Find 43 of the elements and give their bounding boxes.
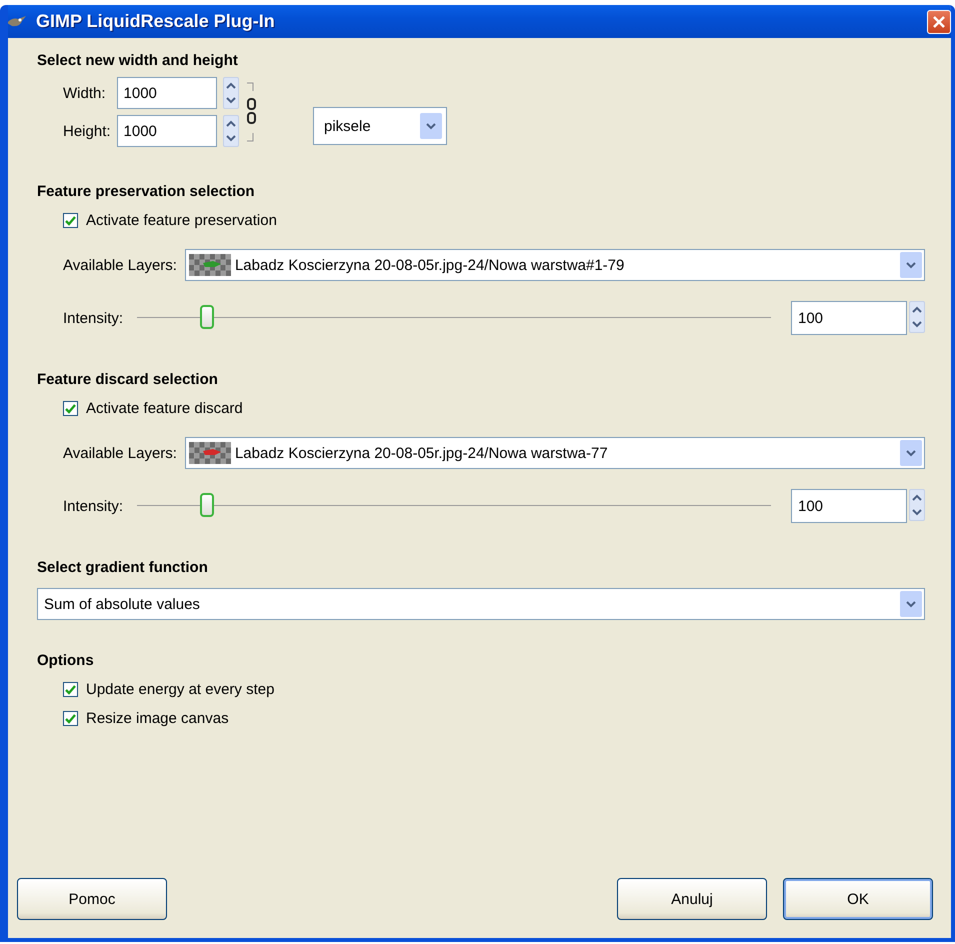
height-field[interactable]: 1000 — [116, 115, 217, 147]
checkbox[interactable] — [63, 401, 78, 416]
dialog-button[interactable]: OK — [783, 878, 933, 920]
chain-icon[interactable] — [244, 81, 259, 143]
height-label: Height: — [63, 122, 111, 140]
slider-thumb[interactable] — [200, 493, 214, 517]
checkbox[interactable] — [63, 682, 78, 697]
close-icon — [932, 14, 946, 28]
close-button[interactable] — [927, 10, 951, 34]
section-heading: Feature preservation selection — [37, 183, 256, 200]
slider-thumb[interactable] — [200, 305, 214, 329]
layers-label: Available Layers: — [63, 444, 177, 462]
layers-label: Available Layers: — [63, 256, 177, 274]
checkbox-label: Activate feature preservation — [86, 212, 277, 229]
spin-arrows-icon[interactable] — [909, 301, 925, 333]
dialog-button[interactable]: Pomoc — [17, 878, 167, 920]
layer-dropdown[interactable]: Labadz Koscierzyna 20-08-05r.jpg-24/Nowa warstwa#1-79 — [184, 249, 925, 281]
checkerboard-icon — [188, 442, 231, 464]
gradient-dropdown[interactable]: Sum of absolute values — [37, 588, 925, 620]
intensity-field[interactable]: 100 — [791, 301, 907, 335]
width-field[interactable]: 1000 — [116, 77, 217, 109]
layer-dropdown[interactable]: Labadz Koscierzyna 20-08-05r.jpg-24/Nowa warstwa-77 — [184, 437, 925, 469]
dialog-button[interactable]: Anuluj — [617, 878, 767, 920]
intensity-label: Intensity: — [63, 498, 124, 514]
checkbox[interactable] — [63, 711, 78, 726]
section-heading: Select new width and height — [37, 52, 239, 69]
width-label: Width: — [63, 84, 107, 102]
section-heading: Feature discard selection — [37, 371, 219, 388]
checkbox[interactable] — [63, 213, 78, 228]
window-title: GIMP LiquidRescale Plug-In — [36, 11, 276, 32]
checkbox-label: Update energy at every step — [86, 681, 274, 698]
section-heading: Options — [37, 652, 95, 669]
spin-arrows-icon[interactable] — [909, 489, 925, 521]
checkbox-label: Activate feature discard — [86, 400, 243, 417]
unit-dropdown[interactable]: piksele — [313, 107, 447, 145]
intensity-label: Intensity: — [63, 310, 124, 326]
section-heading: Select gradient function — [37, 559, 209, 576]
checkerboard-icon — [188, 254, 231, 276]
app-icon — [8, 14, 28, 28]
checkbox-label: Resize image canvas — [86, 710, 229, 727]
intensity-field[interactable]: 100 — [791, 489, 907, 523]
spin-arrows-icon[interactable] — [222, 115, 239, 147]
spin-arrows-icon[interactable] — [222, 77, 239, 109]
